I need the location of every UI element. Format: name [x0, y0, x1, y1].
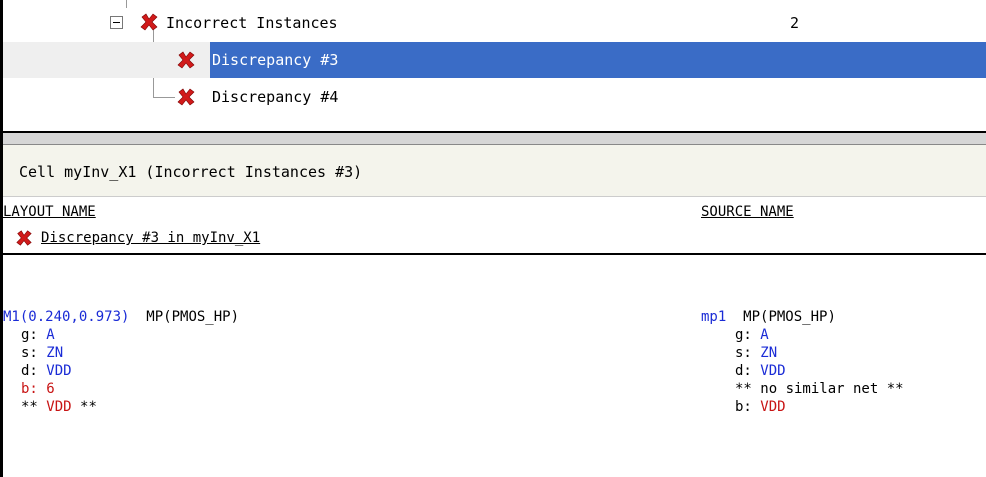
net-link[interactable]: ZN [760, 345, 777, 361]
discrepancy-label: Discrepancy #3 in myInv_X1 [41, 230, 261, 246]
divider-line [3, 253, 986, 255]
net-link[interactable]: ZN [46, 345, 63, 361]
source-name-header: SOURCE NAME [701, 204, 794, 220]
detail-header: Cell myInv_X1 (Incorrect Instances #3) [3, 145, 986, 197]
discrepancy-detail-panel: Cell myInv_X1 (Incorrect Instances #3) L… [3, 145, 986, 477]
layout-instance-type: MP(PMOS_HP) [146, 309, 240, 325]
net-link[interactable]: VDD [46, 399, 71, 415]
layout-instance-name[interactable]: M1(0.240,0.973) [3, 309, 129, 325]
x-error-icon [177, 88, 195, 106]
source-note: ** no similar net ** [735, 381, 904, 397]
layout-pin-g: g: A [21, 327, 55, 343]
source-instance-name[interactable]: mp1 [701, 309, 726, 325]
tree-item-label: Discrepancy #3 [212, 51, 339, 69]
tree-row-discrepancy-4[interactable]: Discrepancy #4 [3, 79, 986, 115]
layout-pin-d: d: VDD [21, 363, 72, 379]
layout-name-header: LAYOUT NAME [3, 204, 96, 220]
tree-item-label: Discrepancy #4 [212, 88, 339, 106]
results-tree: Incorrect Instances 2 Discrepancy #3 Dis… [3, 0, 986, 134]
tree-row-discrepancy-3[interactable]: Discrepancy #3 [3, 42, 986, 78]
net-link[interactable]: A [46, 327, 54, 343]
source-pin-b: b: VDD [735, 399, 786, 415]
net-link[interactable]: VDD [46, 363, 71, 379]
source-instance-line: mp1 MP(PMOS_HP) [701, 308, 836, 326]
net-link[interactable]: 6 [46, 381, 54, 397]
net-link[interactable]: VDD [760, 399, 785, 415]
net-link[interactable]: A [760, 327, 768, 343]
layout-pin-b: b: 6 [21, 381, 55, 397]
selection-highlight: Discrepancy #3 [210, 42, 986, 78]
layout-instance-line: M1(0.240,0.973) MP(PMOS_HP) [3, 308, 239, 326]
x-error-icon [16, 230, 32, 246]
tree-row-incorrect-instances[interactable]: Incorrect Instances 2 [3, 5, 986, 41]
tree-group-label: Incorrect Instances [166, 14, 338, 32]
x-error-icon [140, 13, 158, 31]
source-pin-g: g: A [735, 327, 769, 343]
x-error-icon [177, 51, 195, 69]
source-pin-s: s: ZN [735, 345, 778, 361]
layout-pin-s: s: ZN [21, 345, 64, 361]
source-instance-type: MP(PMOS_HP) [743, 309, 836, 325]
layout-note: ** VDD ** [21, 399, 97, 415]
net-link[interactable]: VDD [760, 363, 785, 379]
source-pin-d: d: VDD [735, 363, 786, 379]
tree-group-count: 2 [790, 14, 800, 32]
panel-splitter[interactable] [3, 131, 986, 145]
minus-box-icon[interactable] [110, 16, 123, 29]
detail-title: Cell myInv_X1 (Incorrect Instances #3) [19, 163, 363, 181]
